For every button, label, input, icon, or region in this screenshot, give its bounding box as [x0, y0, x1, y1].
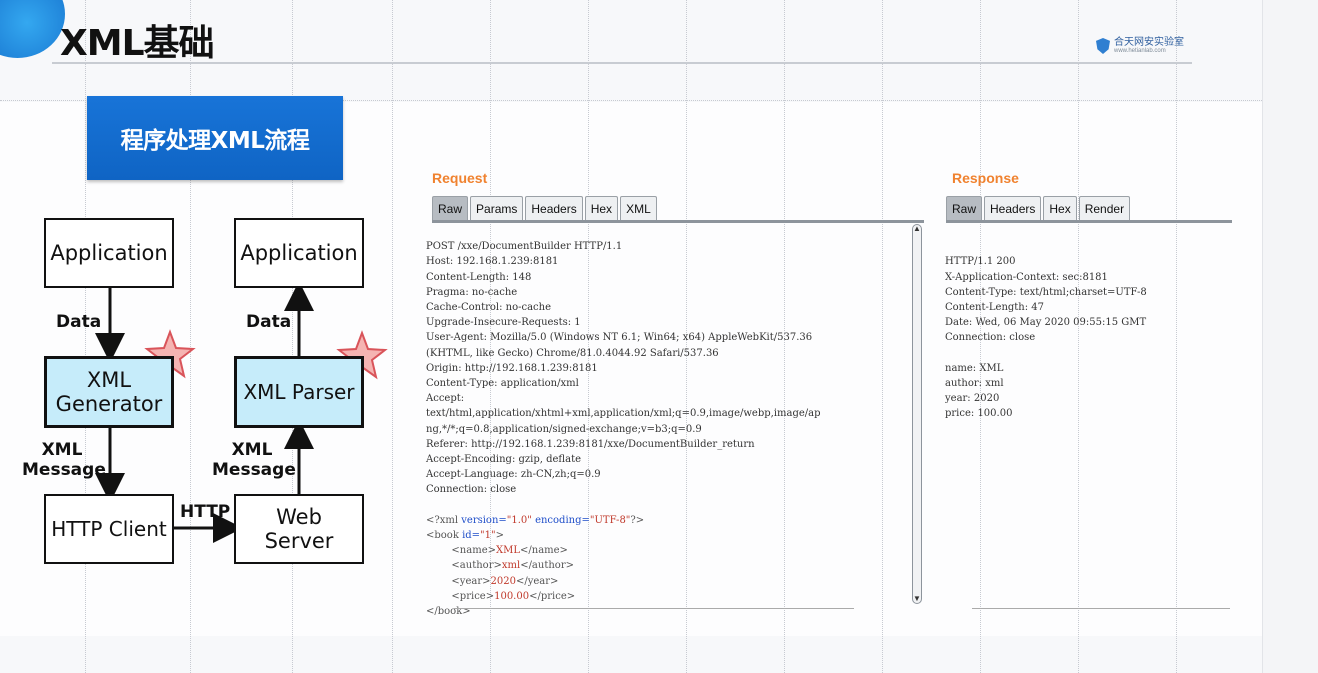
code-line: POST /xxe/DocumentBuilder HTTP/1.1 [426, 241, 623, 253]
tab-headers[interactable]: Headers [525, 196, 583, 220]
response-search-bar[interactable] [972, 608, 1230, 616]
http-client-box: HTTP Client [44, 494, 174, 564]
xml-book-open-line: <book id="1"> [426, 528, 821, 543]
xml-author-line: <author>xml</author> [426, 558, 821, 573]
xml-token: <?xml [426, 514, 462, 526]
code-line: (KHTML, like Gecko) Chrome/81.0.4044.92 … [426, 347, 719, 359]
code-line: Connection: close [945, 332, 1036, 344]
tab-raw[interactable]: Raw [432, 196, 469, 220]
scroll-up-icon[interactable]: ▲ [912, 223, 922, 235]
xml-token: 2020 [490, 575, 516, 587]
left-data-label: Data [56, 312, 102, 332]
code-line: ng,*/*;q=0.8,application/signed-exchange… [426, 423, 702, 435]
xml-token: <price> [426, 590, 495, 602]
response-panel: Response Raw Headers Hex Render HTTP/1.1… [942, 166, 1234, 614]
xml-year-line: <year>2020</year> [426, 574, 821, 589]
request-scrollbar[interactable]: ▲ ▼ [912, 224, 922, 604]
code-line: Content-Type: application/xml [426, 378, 579, 390]
tab-underline [432, 220, 924, 223]
code-line: Origin: http://192.168.1.239:8181 [426, 362, 598, 374]
code-line: Accept: [426, 393, 465, 405]
xml-token: </name> [520, 545, 568, 557]
logo-subtext: www.hetianlab.com [1114, 48, 1166, 54]
xml-token: version= [461, 514, 507, 526]
xml-parser-box: XML Parser [234, 356, 364, 428]
response-body: HTTP/1.1 200 X-Application-Context: sec:8… [945, 224, 1147, 452]
code-line: Host: 192.168.1.239:8181 [426, 256, 559, 268]
code-line: Accept-Encoding: gzip, deflate [426, 454, 582, 466]
request-header-lines: POST /xxe/DocumentBuilder HTTP/1.1 Host: … [426, 239, 821, 513]
tab-raw[interactable]: Raw [946, 196, 983, 220]
tab-headers[interactable]: Headers [984, 196, 1042, 220]
request-search-bar[interactable] [454, 608, 854, 616]
xml-token: 100.00 [494, 590, 530, 602]
request-panel: Request Raw Params Headers Hex XML POST … [424, 166, 928, 617]
xml-token: > [495, 530, 504, 542]
shield-icon [1096, 38, 1110, 54]
request-tabs: Raw Params Headers Hex XML [432, 196, 657, 220]
xml-token: ?> [630, 514, 645, 526]
tab-underline [946, 220, 1232, 223]
code-line: Date: Wed, 06 May 2020 09:55:15 GMT [945, 317, 1147, 329]
code-line: Referer: http://192.168.1.239:8181/xxe/D… [426, 438, 755, 450]
code-line: Pragma: no-cache [426, 286, 518, 298]
xml-token: </price> [529, 590, 576, 602]
right-xml-message-label: XML Message [212, 440, 296, 481]
tab-xml[interactable]: XML [620, 196, 657, 220]
code-line: Content-Type: text/html;charset=UTF-8 [945, 286, 1147, 298]
request-body: POST /xxe/DocumentBuilder HTTP/1.1 Host: … [426, 224, 821, 650]
code-line: text/html,application/xhtml+xml,applicat… [426, 408, 821, 420]
xml-token: "UTF-8" [589, 514, 631, 526]
tab-render[interactable]: Render [1078, 196, 1131, 220]
right-sidebar-edge [1262, 0, 1318, 673]
response-tabs: Raw Headers Hex Render [946, 196, 1131, 220]
http-label: HTTP [180, 502, 231, 522]
code-line: User-Agent: Mozilla/5.0 (Windows NT 6.1;… [426, 332, 813, 344]
xml-token: "1" [480, 530, 496, 542]
code-line: year: 2020 [945, 393, 1000, 405]
xml-token: <book [426, 530, 463, 542]
code-line: Content-Length: 47 [945, 302, 1045, 314]
xml-token: xml [501, 560, 521, 572]
response-title: Response [952, 170, 1019, 186]
web-server-box: Web Server [234, 494, 364, 564]
left-application-box: Application [44, 218, 174, 288]
tab-hex[interactable]: Hex [1043, 196, 1077, 220]
hetian-logo: 合天网安实验室 www.hetianlab.com [1096, 38, 1184, 54]
xml-token: encoding= [531, 514, 590, 526]
xml-token: </author> [520, 560, 574, 572]
xml-declaration-line: <?xml version="1.0" encoding="UTF-8"?> [426, 513, 821, 528]
code-line: Accept-Language: zh-CN,zh;q=0.9 [426, 469, 601, 481]
code-line: HTTP/1.1 200 [945, 256, 1016, 268]
right-data-label: Data [246, 312, 292, 332]
code-line: author: xml [945, 378, 1004, 390]
code-line: Connection: close [426, 484, 517, 496]
xml-token: <name> [426, 545, 496, 557]
code-line: Cache-Control: no-cache [426, 302, 551, 314]
xml-token: id= [462, 530, 481, 542]
left-xml-message-label: XML Message [22, 440, 106, 481]
logo-text: 合天网安实验室 [1114, 37, 1184, 48]
code-line: Content-Length: 148 [426, 271, 532, 283]
xml-token: XML [496, 545, 520, 557]
tab-params[interactable]: Params [470, 196, 524, 220]
tab-hex[interactable]: Hex [584, 196, 619, 220]
xml-generator-box: XML Generator [44, 356, 174, 428]
xml-token: <year> [426, 575, 491, 587]
code-line: Upgrade-Insecure-Requests: 1 [426, 317, 581, 329]
xml-token: <author> [426, 560, 502, 572]
request-title: Request [432, 170, 488, 186]
scroll-down-icon[interactable]: ▼ [912, 593, 922, 605]
xml-price-line: <price>100.00</price> [426, 589, 821, 604]
code-line: X-Application-Context: sec:8181 [945, 271, 1108, 283]
code-line: name: XML [945, 362, 1004, 374]
code-line: price: 100.00 [945, 408, 1013, 420]
xml-name-line: <name>XML</name> [426, 543, 821, 558]
xml-token: </year> [515, 575, 559, 587]
right-application-box: Application [234, 218, 364, 288]
xml-token: "1.0" [506, 514, 532, 526]
response-lines: HTTP/1.1 200 X-Application-Context: sec:8… [945, 254, 1147, 421]
